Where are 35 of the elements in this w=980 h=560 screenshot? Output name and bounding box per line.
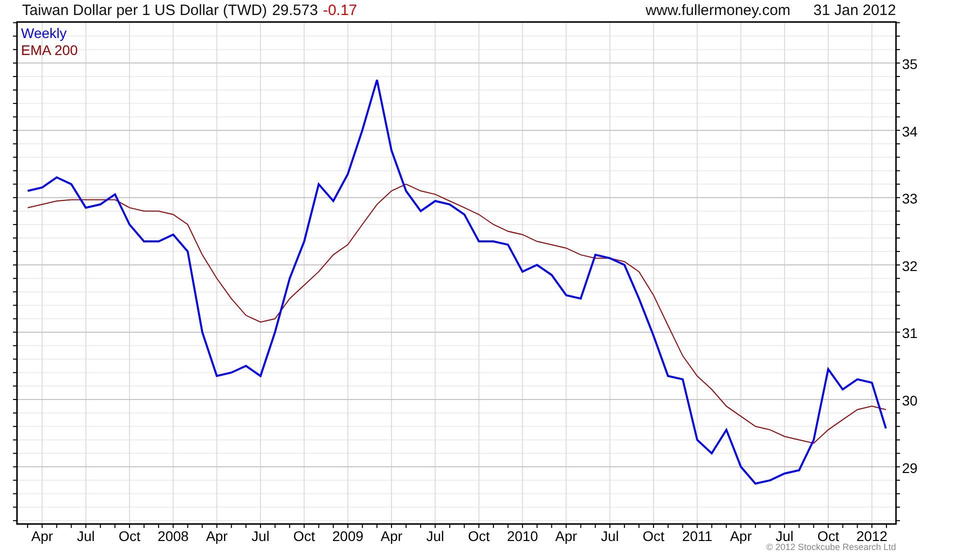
x-axis-label: 2012 xyxy=(856,528,888,544)
copyright-notice: © 2012 Stockcube Research Ltd xyxy=(766,542,896,552)
x-axis-label: Jul xyxy=(252,528,270,544)
x-axis-label: 2009 xyxy=(332,528,364,544)
x-axis-label: Oct xyxy=(468,528,490,544)
x-axis-label: Oct xyxy=(293,528,316,544)
y-axis-label: 35 xyxy=(902,56,918,72)
x-axis-label: Apr xyxy=(555,528,578,544)
price-value: 29.573 xyxy=(272,2,318,18)
x-axis-label: Apr xyxy=(380,528,402,544)
x-axis-label: 2010 xyxy=(506,528,538,544)
price-change: -0.17 xyxy=(322,2,358,18)
x-axis-label: 2008 xyxy=(158,528,189,544)
chart-title: Taiwan Dollar per 1 US Dollar (TWD) xyxy=(22,2,268,18)
x-axis-label: Oct xyxy=(817,528,840,544)
site-url: www.fullermoney.com xyxy=(646,2,790,18)
legend-label: EMA 200 xyxy=(21,42,78,58)
x-axis-label: Apr xyxy=(730,528,752,544)
x-axis-label: Oct xyxy=(642,528,664,544)
legend-label: Weekly xyxy=(21,25,67,41)
x-axis-label: Apr xyxy=(206,528,228,544)
x-axis-label: Jul xyxy=(426,528,444,544)
y-axis-label: 33 xyxy=(902,190,918,207)
y-axis-label: 31 xyxy=(902,325,918,342)
x-axis-label: Jul xyxy=(600,528,619,544)
x-axis-label: Jul xyxy=(776,528,794,544)
chart-date: 31 Jan 2012 xyxy=(813,2,896,18)
y-axis-label: 32 xyxy=(902,258,918,274)
y-axis-label: 34 xyxy=(902,123,918,140)
x-axis-label: Jul xyxy=(76,528,95,544)
y-axis-label: 29 xyxy=(902,460,918,476)
y-axis-label: 30 xyxy=(902,392,918,408)
x-axis-label: Oct xyxy=(118,528,140,544)
x-axis-label: 2011 xyxy=(682,528,712,544)
x-axis-label: Apr xyxy=(31,528,54,544)
